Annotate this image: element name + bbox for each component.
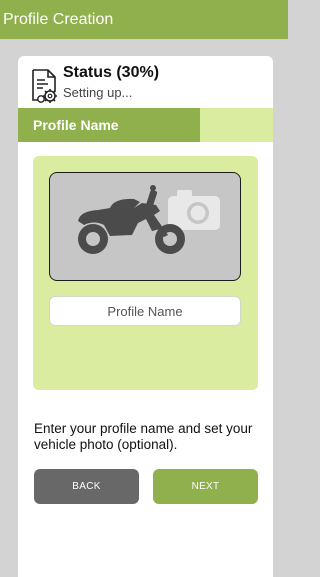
vehicle-photo-picker[interactable] <box>49 172 241 281</box>
app-bar: Profile Creation <box>0 0 288 39</box>
status-subtitle: Setting up... <box>63 85 133 100</box>
profile-name-input[interactable] <box>49 296 241 326</box>
step-progress-bar: Profile Name <box>18 108 273 142</box>
photo-panel <box>33 156 258 390</box>
status-header: Status (30%) Setting up... <box>28 63 258 103</box>
document-gear-icon <box>32 69 57 103</box>
back-button[interactable]: BACK <box>34 469 139 504</box>
next-button[interactable]: NEXT <box>153 469 258 504</box>
progress-label: Profile Name <box>33 117 119 133</box>
app-title: Profile Creation <box>3 11 114 28</box>
camera-icon <box>168 190 220 230</box>
instructions-text: Enter your profile name and set your veh… <box>34 421 253 452</box>
status-title: Status (30%) <box>63 64 160 81</box>
profile-card: Status (30%) Setting up... Profile Name <box>18 56 273 577</box>
